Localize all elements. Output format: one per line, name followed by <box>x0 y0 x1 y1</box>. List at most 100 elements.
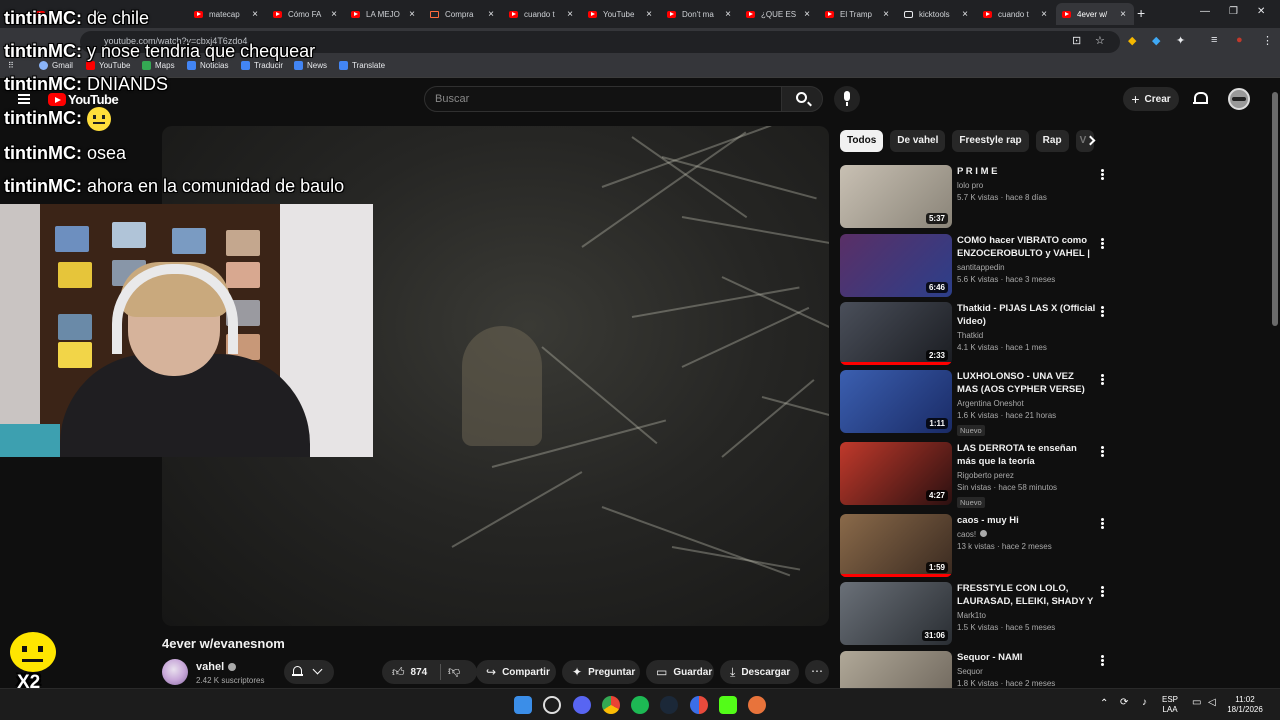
browser-tab[interactable]: YouTube × <box>582 3 660 25</box>
more-options-icon[interactable] <box>1101 586 1104 589</box>
download-button[interactable]: ⤓ Descargar <box>720 660 799 684</box>
new-tab-icon[interactable]: + <box>1137 5 1145 21</box>
more-options-icon[interactable] <box>1101 169 1104 172</box>
filter-chip[interactable]: Freestyle rap <box>952 130 1029 152</box>
subscription-notifications-button[interactable] <box>284 660 334 684</box>
recommendation-title[interactable]: COMO hacer VIBRATO como ENZOCEROBULTO y … <box>957 234 1097 260</box>
bookmark-maps[interactable]: Maps <box>142 61 175 70</box>
close-tab-icon[interactable]: × <box>960 9 970 20</box>
channel-name[interactable]: vahel <box>196 661 237 673</box>
windows-start-icon[interactable] <box>514 696 532 714</box>
recommendation-channel[interactable]: caos! <box>957 530 1097 539</box>
video-thumbnail[interactable]: 1:59 <box>840 514 952 577</box>
browser-tab[interactable]: LA MEJO × <box>345 3 423 25</box>
microphone-icon[interactable]: ♪ <box>1142 698 1147 708</box>
clock[interactable]: 11:02 18/1/2026 <box>1222 695 1268 715</box>
channel-avatar[interactable] <box>162 659 188 685</box>
browser-tab[interactable]: Don't ma × <box>661 3 739 25</box>
menu-icon[interactable] <box>18 94 30 104</box>
settings-icon[interactable] <box>543 696 561 714</box>
save-button[interactable]: ▭ Guardar <box>646 660 714 684</box>
extension-icon[interactable]: ◆ <box>1152 34 1160 47</box>
recommendation-channel[interactable]: Thatkid <box>957 331 1097 340</box>
recommendation-channel[interactable]: Sequor <box>957 667 1097 676</box>
spotify-icon[interactable] <box>631 696 649 714</box>
recommendation-channel[interactable]: Rigoberto perez <box>957 471 1097 480</box>
close-window-icon[interactable]: ✕ <box>1257 6 1265 17</box>
browser-tab[interactable]: cuando t × <box>977 3 1055 25</box>
browser-tab[interactable]: ¿QUE ES × <box>740 3 818 25</box>
browser-tab[interactable]: 4ever w/ × <box>1056 3 1134 25</box>
more-options-icon[interactable] <box>1101 446 1104 449</box>
thumbs-down-icon[interactable]: 👎︎ <box>448 664 460 679</box>
account-avatar[interactable] <box>1228 88 1250 110</box>
search-button[interactable] <box>781 86 823 112</box>
extensions-puzzle-icon[interactable]: ✦ <box>1176 34 1185 47</box>
recommendation-channel[interactable]: lolo pro <box>957 181 1097 190</box>
page-scrollbar[interactable] <box>1272 92 1278 326</box>
profile-avatar-icon[interactable]: ● <box>1236 34 1243 46</box>
filter-chip[interactable]: Todos <box>840 130 884 152</box>
recommendation-item[interactable]: 5:37 P R I M E lolo pro 5.7 K vistas · hace… <box>840 165 1110 231</box>
ask-button[interactable]: ✦ Preguntar <box>562 660 640 684</box>
more-options-icon[interactable] <box>1101 655 1104 658</box>
youtube-logo[interactable]: YouTube <box>48 92 119 107</box>
browser-tab[interactable]: cuando t × <box>503 3 581 25</box>
chevron-up-icon[interactable]: ⌃ <box>1100 699 1108 709</box>
bookmark-gmail[interactable]: Gmail <box>39 61 73 70</box>
kick-icon[interactable] <box>719 696 737 714</box>
close-tab-icon[interactable]: × <box>486 9 496 20</box>
chrome-icon[interactable] <box>602 696 620 714</box>
close-tab-icon[interactable]: × <box>1039 9 1049 20</box>
browser-tab[interactable]: kicktools × <box>898 3 976 25</box>
video-thumbnail[interactable]: 31:06 <box>840 582 952 645</box>
language-indicator[interactable]: ESP LAA <box>1162 695 1178 715</box>
close-tab-icon[interactable]: × <box>250 9 260 20</box>
bookmark-youtube[interactable]: YouTube <box>86 61 130 70</box>
volume-icon[interactable]: ◁ <box>1208 698 1216 708</box>
recommendation-item[interactable]: 1:11 LUXHOLONSO - UNA VEZ MAS (AOS CYPHER… <box>840 370 1110 436</box>
recommendation-title[interactable]: Thatkid - PIJAS LAS X (Official Video) <box>957 302 1097 328</box>
maximize-icon[interactable]: ❐ <box>1229 6 1238 17</box>
apps-grid-icon[interactable]: ⠿ <box>8 61 14 70</box>
video-thumbnail[interactable]: 1:11 <box>840 370 952 433</box>
network-icon[interactable]: ⟳ <box>1120 698 1128 708</box>
bookmark-translate[interactable]: Translate <box>339 61 385 70</box>
more-options-icon[interactable] <box>1101 306 1104 309</box>
more-options-icon[interactable] <box>1101 374 1104 377</box>
more-options-icon[interactable] <box>1101 518 1104 521</box>
bookmark-noticias[interactable]: Noticias <box>187 61 228 70</box>
extension-icon[interactable]: ◆ <box>1128 34 1136 47</box>
recommendation-channel[interactable]: Mark1to <box>957 611 1097 620</box>
close-tab-icon[interactable]: × <box>881 9 891 20</box>
filter-chip[interactable]: De vahel <box>890 130 946 152</box>
create-button[interactable]: + Crear <box>1123 87 1179 111</box>
steam-icon[interactable] <box>660 696 678 714</box>
recommendation-channel[interactable]: Argentina Oneshot <box>957 399 1097 408</box>
close-tab-icon[interactable]: × <box>644 9 654 20</box>
close-tab-icon[interactable]: × <box>723 9 733 20</box>
recommendation-item[interactable]: 4:27 LAS DERROTA te enseñan más que la te… <box>840 442 1110 508</box>
like-dislike-button[interactable]: 👍︎ 874 👎︎ <box>382 660 477 684</box>
recommendation-channel[interactable]: santitappedin <box>957 263 1097 272</box>
filter-chip[interactable]: Rap <box>1035 130 1069 152</box>
close-tab-icon[interactable]: × <box>329 9 339 20</box>
browser-menu-icon[interactable]: ⋮ <box>1262 34 1273 47</box>
more-options-icon[interactable] <box>1101 238 1104 241</box>
recommendation-title[interactable]: Sequor - NAMI <box>957 651 1097 664</box>
recommendation-title[interactable]: caos - muy Hi <box>957 514 1097 527</box>
video-thumbnail[interactable]: 6:46 <box>840 234 952 297</box>
app-icon[interactable] <box>690 696 708 714</box>
recommendation-title[interactable]: P R I M E <box>957 165 1097 178</box>
search-input[interactable]: Buscar <box>424 86 782 112</box>
recommendation-title[interactable]: LAS DERROTA te enseñan más que la teoría <box>957 442 1097 468</box>
app-icon[interactable] <box>748 696 766 714</box>
video-thumbnail[interactable]: 2:33 <box>840 302 952 365</box>
recommendation-item[interactable]: 2:33 Thatkid - PIJAS LAS X (Official Vide… <box>840 302 1110 368</box>
recommendation-item[interactable]: 6:46 COMO hacer VIBRATO como ENZOCEROBULT… <box>840 234 1110 300</box>
more-actions-icon[interactable]: ⋯ <box>805 660 829 684</box>
video-thumbnail[interactable]: 4:27 <box>840 442 952 505</box>
browser-tab[interactable]: Compra × <box>424 3 502 25</box>
voice-search-icon[interactable] <box>834 86 860 112</box>
close-tab-icon[interactable]: × <box>565 9 575 20</box>
